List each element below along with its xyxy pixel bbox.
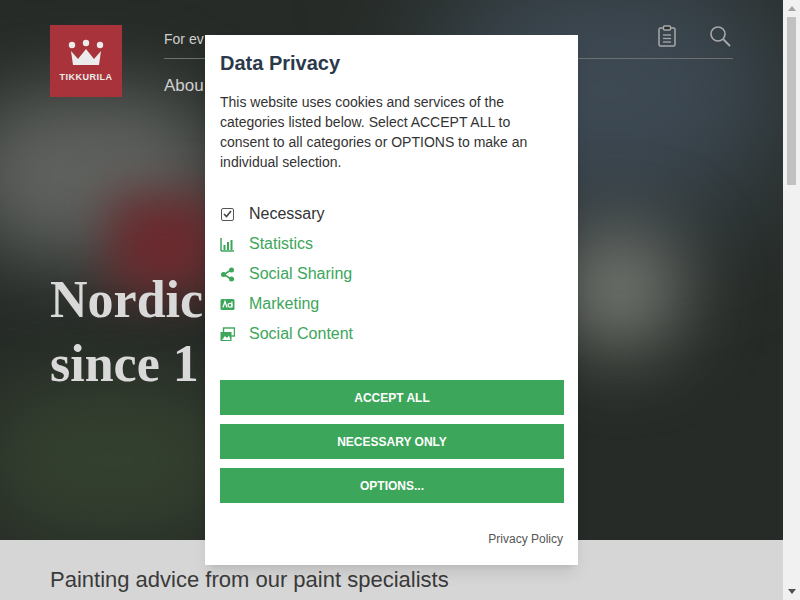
share-icon bbox=[220, 267, 235, 282]
category-icon-wrap bbox=[220, 237, 235, 252]
category-icon-wrap bbox=[220, 207, 235, 222]
section-title: Painting advice from our paint specialis… bbox=[50, 567, 449, 592]
search-icon[interactable] bbox=[709, 25, 731, 47]
ad-icon bbox=[220, 297, 235, 312]
dialog-footer: Privacy Policy bbox=[220, 531, 563, 547]
necessary-only-button[interactable]: NECESSARY ONLY bbox=[220, 424, 564, 459]
category-list: Necessary Statistics Social Sharing Marketi… bbox=[220, 199, 563, 349]
accept-all-button[interactable]: ACCEPT ALL bbox=[220, 380, 564, 415]
dialog-title: Data Privacy bbox=[220, 49, 563, 77]
privacy-dialog: Data Privacy This website uses cookies a… bbox=[205, 35, 578, 565]
checkbox[interactable] bbox=[221, 208, 234, 221]
chart-icon bbox=[220, 237, 235, 252]
scroll-up[interactable] bbox=[788, 0, 796, 17]
image-icon bbox=[220, 327, 235, 342]
category-icon-wrap bbox=[220, 297, 235, 312]
scroll-down[interactable] bbox=[788, 583, 796, 600]
logo-text: TIKKURILA bbox=[60, 71, 113, 83]
category-label[interactable]: Social Content bbox=[249, 324, 353, 344]
nav-link[interactable]: For ev bbox=[164, 25, 204, 58]
dialog-text: This website uses cookies and services o… bbox=[220, 92, 550, 172]
scroll-thumb[interactable] bbox=[787, 17, 796, 185]
crown-icon bbox=[67, 39, 105, 69]
privacy-policy-link[interactable]: Privacy Policy bbox=[488, 531, 563, 547]
category-item[interactable]: Social Sharing bbox=[220, 259, 563, 289]
check-icon bbox=[223, 210, 232, 218]
category-label[interactable]: Statistics bbox=[249, 234, 313, 254]
button-list: ACCEPT ALL NECESSARY ONLY OPTIONS... bbox=[220, 380, 563, 503]
arrow-up-icon bbox=[788, 6, 796, 11]
arrow-down-icon bbox=[788, 589, 796, 594]
category-icon-wrap bbox=[220, 267, 235, 282]
options-button[interactable]: OPTIONS... bbox=[220, 468, 564, 503]
logo[interactable]: TIKKURILA bbox=[50, 25, 122, 97]
clipboard-icon[interactable] bbox=[658, 25, 676, 47]
category-item[interactable]: Necessary bbox=[220, 199, 563, 229]
scrollbar[interactable] bbox=[783, 0, 800, 600]
header-tools bbox=[658, 25, 733, 58]
category-label[interactable]: Marketing bbox=[249, 294, 319, 314]
category-item[interactable]: Statistics bbox=[220, 229, 563, 259]
category-label[interactable]: Social Sharing bbox=[249, 264, 352, 284]
category-item[interactable]: Marketing bbox=[220, 289, 563, 319]
category-item[interactable]: Social Content bbox=[220, 319, 563, 349]
category-icon-wrap bbox=[220, 327, 235, 342]
category-label[interactable]: Necessary bbox=[249, 204, 325, 224]
